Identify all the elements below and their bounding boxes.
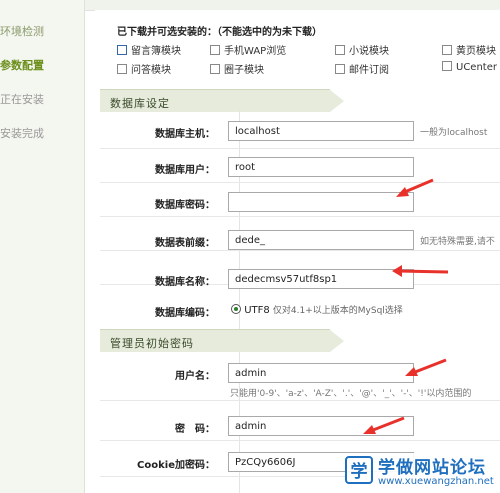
watermark: 学 学做网站论坛 www.xuewangzhan.net bbox=[345, 453, 500, 493]
watermark-url: www.xuewangzhan.net bbox=[378, 476, 494, 487]
arrow-username-annotation bbox=[405, 358, 447, 376]
watermark-title: 学做网站论坛 bbox=[378, 458, 486, 478]
arrow-dbname-annotation bbox=[392, 265, 449, 277]
watermark-logo-icon: 学 bbox=[345, 456, 373, 484]
arrow-password-annotation bbox=[396, 178, 434, 197]
arrow-password2-annotation bbox=[363, 416, 405, 434]
annotation-arrows bbox=[363, 178, 449, 434]
